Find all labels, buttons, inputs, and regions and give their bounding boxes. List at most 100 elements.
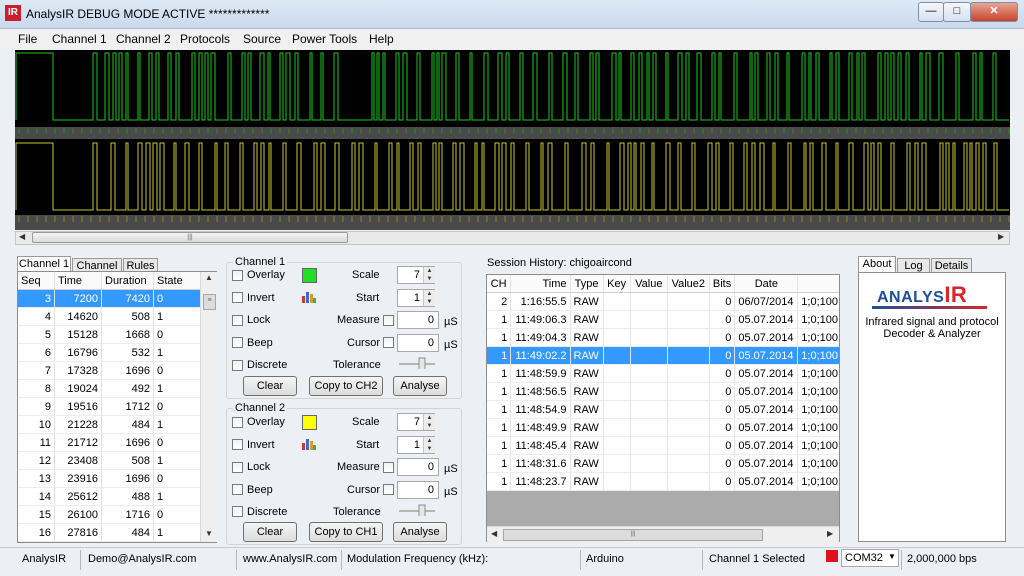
table-row[interactable]: 2 1:16:55.5 RAW 0 06/07/2014 1;0;100 xyxy=(487,292,839,311)
ch1-discrete-checkbox[interactable] xyxy=(232,360,243,371)
col-date[interactable]: Date xyxy=(734,275,799,293)
col-bits[interactable]: Bits xyxy=(709,275,736,293)
scroll-down-icon[interactable]: ▼ xyxy=(205,529,213,538)
table-row[interactable]: 5 15128 1668 0 xyxy=(18,325,201,344)
table-row[interactable]: 1 11:48:23.7 RAW 0 05.07.2014 1;0;100 xyxy=(487,472,839,491)
chevron-down-icon[interactable]: ▼ xyxy=(888,552,896,561)
table-row[interactable]: 8 19024 492 1 xyxy=(18,379,201,398)
ch1-invert-checkbox[interactable] xyxy=(232,292,243,303)
ch2-discrete-checkbox[interactable] xyxy=(232,506,243,517)
ch1-cursor-checkbox[interactable] xyxy=(383,337,394,348)
status-email[interactable]: Demo@AnalysIR.com xyxy=(88,553,196,565)
ch1-analysis-chart-icon[interactable] xyxy=(302,290,316,303)
scroll-up-icon[interactable]: ▲ xyxy=(205,273,213,282)
scroll-right-icon[interactable]: ▶ xyxy=(827,529,833,538)
ch1-overlay-checkbox[interactable] xyxy=(232,270,243,281)
table-row[interactable]: 10 21228 484 1 xyxy=(18,415,201,434)
col-value[interactable]: Value xyxy=(630,275,668,293)
ch2-color-swatch[interactable] xyxy=(302,415,317,430)
col-ch[interactable]: CH xyxy=(487,275,512,293)
ch2-beep-checkbox[interactable] xyxy=(232,484,243,495)
ch2-clear-button[interactable]: Clear xyxy=(243,522,297,542)
menu-help[interactable]: Help xyxy=(369,32,394,46)
session-scrollbar[interactable]: ◀ ||| ▶ xyxy=(487,526,839,542)
col-type[interactable]: Type xyxy=(570,275,604,293)
minimize-button[interactable]: — xyxy=(918,2,944,22)
table-row[interactable]: 7 17328 1696 0 xyxy=(18,361,201,380)
menu-source[interactable]: Source xyxy=(243,32,281,46)
ch2-start-spin-icon[interactable]: ▲ ▼ xyxy=(423,437,435,453)
tab-about[interactable]: About xyxy=(858,256,896,273)
ch2-measure-checkbox[interactable] xyxy=(383,462,394,473)
ch1-lock-checkbox[interactable] xyxy=(232,315,243,326)
table-row[interactable]: 14 25612 488 1 xyxy=(18,487,201,506)
ch1-color-swatch[interactable] xyxy=(302,268,317,283)
ch2-lock-checkbox[interactable] xyxy=(232,462,243,473)
ch2-analyse-button[interactable]: Analyse xyxy=(393,522,447,542)
col-value2[interactable]: Value2 xyxy=(667,275,710,293)
status-website[interactable]: www.AnalysIR.com xyxy=(243,553,337,565)
ch2-cursor-checkbox[interactable] xyxy=(383,484,394,495)
scroll-left-icon[interactable]: ◀ xyxy=(19,232,25,241)
table-row[interactable]: 3 7200 7420 0 xyxy=(18,289,201,308)
tab-details[interactable]: Details xyxy=(931,258,972,273)
table-row[interactable]: 13 23916 1696 0 xyxy=(18,469,201,488)
ch2-invert-checkbox[interactable] xyxy=(232,439,243,450)
session-history-table[interactable]: CH Time Type Key Value Value2 Bits Date … xyxy=(487,275,839,491)
scroll-right-icon[interactable]: ▶ xyxy=(998,232,1004,241)
table-row[interactable]: 1 11:48:45.4 RAW 0 05.07.2014 1;0;100 xyxy=(487,436,839,455)
table-row[interactable]: 11 21712 1696 0 xyxy=(18,433,201,452)
ch2-overlay-checkbox[interactable] xyxy=(232,417,243,428)
col-state[interactable]: State xyxy=(153,272,201,290)
ch1-measure-checkbox[interactable] xyxy=(383,315,394,326)
tab-log[interactable]: Log xyxy=(897,258,930,273)
col-time[interactable]: Time xyxy=(54,272,102,290)
table-row[interactable]: 1 11:48:49.9 RAW 0 05.07.2014 1;0;100 xyxy=(487,418,839,437)
table-row[interactable]: 1 11:48:54.9 RAW 0 05.07.2014 1;0;100 xyxy=(487,400,839,419)
close-button[interactable]: ✕ xyxy=(970,2,1018,22)
ch1-beep-checkbox[interactable] xyxy=(232,337,243,348)
ch2-cursor-value[interactable]: 0 xyxy=(397,481,439,499)
ch1-tolerance-slider[interactable] xyxy=(397,357,437,369)
table-row[interactable]: 1 11:49:02.2 RAW 0 05.07.2014 1;0;100 xyxy=(487,346,839,365)
table-row[interactable]: 12 23408 508 1 xyxy=(18,451,201,470)
ch2-analysis-chart-icon[interactable] xyxy=(302,437,316,450)
table-row[interactable]: 16 27816 484 1 xyxy=(18,523,201,542)
ch2-scale-spin-icon[interactable]: ▲ ▼ xyxy=(423,414,435,430)
menu-channel1[interactable]: Channel 1 xyxy=(52,32,107,46)
table-row[interactable]: 4 14620 508 1 xyxy=(18,307,201,326)
col-time[interactable]: Time xyxy=(510,275,571,293)
waveform-display[interactable] xyxy=(15,50,1010,230)
table-row[interactable]: 1 11:49:06.3 RAW 0 05.07.2014 1;0;100 xyxy=(487,310,839,329)
ch1-measure-value[interactable]: 0 xyxy=(397,311,439,329)
table-row[interactable]: 1 11:49:04.3 RAW 0 05.07.2014 1;0;100 xyxy=(487,328,839,347)
ch1-scale-spin-icon[interactable]: ▲ ▼ xyxy=(423,267,435,283)
waveform-scroll-thumb[interactable]: ||| xyxy=(32,232,348,243)
col-key[interactable]: Key xyxy=(603,275,631,293)
table-row[interactable]: 1 11:48:56.5 RAW 0 05.07.2014 1;0;100 xyxy=(487,382,839,401)
col-extra[interactable] xyxy=(797,275,839,293)
menu-channel2[interactable]: Channel 2 xyxy=(116,32,171,46)
scroll-thumb[interactable]: ≡ xyxy=(203,294,216,310)
table-row[interactable]: 9 19516 1712 0 xyxy=(18,397,201,416)
menu-protocols[interactable]: Protocols xyxy=(180,32,230,46)
col-duration[interactable]: Duration xyxy=(101,272,154,290)
scroll-left-icon[interactable]: ◀ xyxy=(491,529,497,538)
ch1-cursor-value[interactable]: 0 xyxy=(397,334,439,352)
table-row[interactable]: 1 11:48:31.6 RAW 0 05.07.2014 1;0;100 xyxy=(487,454,839,473)
table-row[interactable]: 6 16796 532 1 xyxy=(18,343,201,362)
maximize-button[interactable]: □ xyxy=(943,2,971,22)
ch1-start-spin-icon[interactable]: ▲ ▼ xyxy=(423,290,435,306)
menu-power-tools[interactable]: Power Tools xyxy=(292,32,357,46)
ch1-clear-button[interactable]: Clear xyxy=(243,376,297,396)
ch2-measure-value[interactable]: 0 xyxy=(397,458,439,476)
ch2-copy-button[interactable]: Copy to CH1 xyxy=(309,522,383,542)
table-row[interactable]: 1 11:48:59.9 RAW 0 05.07.2014 1;0;100 xyxy=(487,364,839,383)
ch1-copy-button[interactable]: Copy to CH2 xyxy=(309,376,383,396)
scroll-thumb[interactable]: ||| xyxy=(503,529,763,541)
sequence-table[interactable]: Seq Time Duration State 3 7200 7420 0 4 14620… xyxy=(18,272,201,542)
ch1-analyse-button[interactable]: Analyse xyxy=(393,376,447,396)
sequence-table-scrollbar[interactable]: ▲ ≡ ▼ xyxy=(200,272,217,542)
menu-file[interactable]: File xyxy=(18,32,37,46)
table-row[interactable]: 15 26100 1716 0 xyxy=(18,505,201,524)
